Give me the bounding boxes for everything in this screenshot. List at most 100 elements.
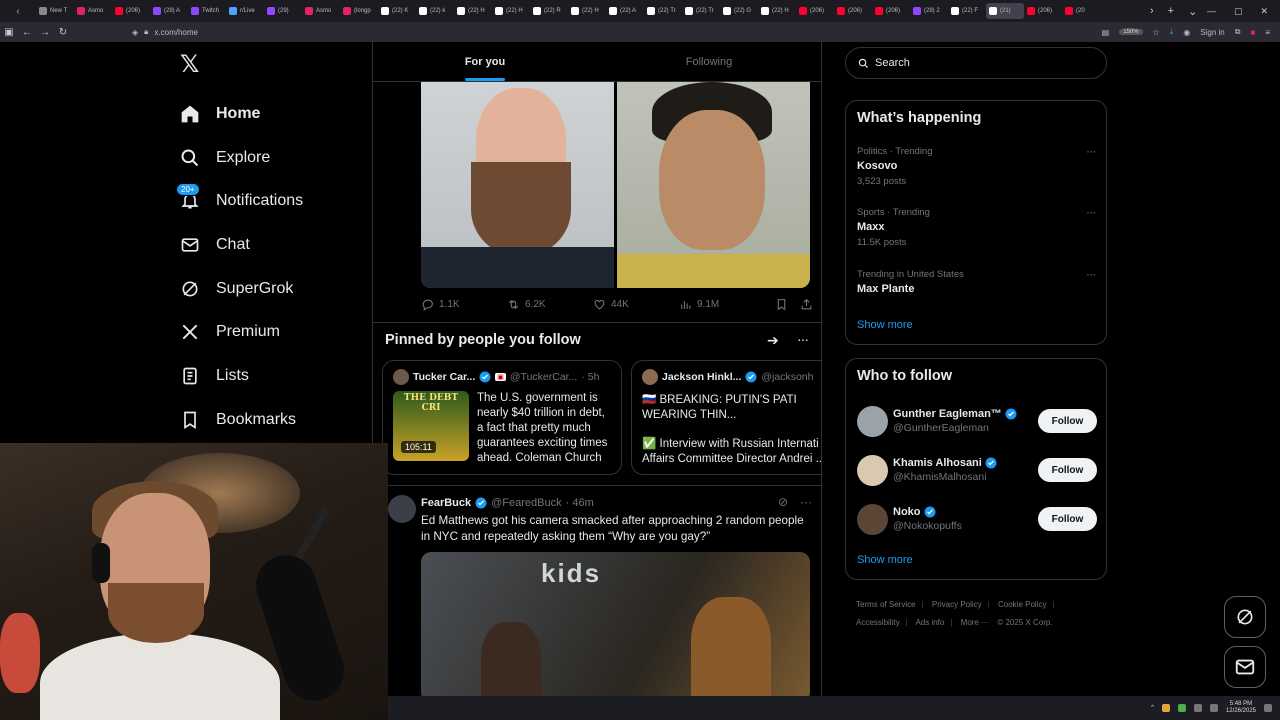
follow-button[interactable]: Follow xyxy=(1038,458,1097,482)
nav-item-lists[interactable]: Lists xyxy=(176,354,372,398)
tray-chevron-icon[interactable]: ^ xyxy=(1151,705,1154,711)
footer-link-cookies[interactable]: Cookie Policy xyxy=(998,600,1046,609)
download-icon[interactable]: ⤓ xyxy=(1170,27,1174,37)
browser-tab[interactable]: (22) R xyxy=(530,3,568,19)
browser-tab[interactable]: (22) G xyxy=(720,3,758,19)
footer-link-privacy[interactable]: Privacy Policy xyxy=(932,600,982,609)
browser-tab[interactable]: (22) K xyxy=(378,3,416,19)
avatar[interactable] xyxy=(857,454,888,486)
messages-button[interactable] xyxy=(1224,646,1266,688)
tray-app-icon[interactable] xyxy=(1177,704,1186,712)
browser-tab[interactable]: (longp xyxy=(340,3,378,19)
tab-for-you[interactable]: For you xyxy=(373,42,597,81)
lock-icon[interactable]: 🔒︎ xyxy=(144,27,148,37)
bookmark-icon[interactable] xyxy=(775,298,788,311)
close-window-button[interactable]: ✕ xyxy=(1260,6,1268,17)
author-handle[interactable]: @TuckerCar... xyxy=(510,371,577,383)
browser-tab[interactable]: (21) xyxy=(986,3,1024,19)
repost-button[interactable]: 6.2K xyxy=(507,298,593,311)
nav-item-notifications[interactable]: 20+ Notifications xyxy=(176,179,372,223)
follow-button[interactable]: Follow xyxy=(1038,409,1097,433)
browser-tab[interactable]: (20 xyxy=(1062,3,1100,19)
avatar[interactable] xyxy=(857,503,888,535)
mugshot-image-right[interactable] xyxy=(617,82,810,288)
show-more-link[interactable]: Show more xyxy=(857,319,913,331)
browser-tab[interactable]: (22) F xyxy=(948,3,986,19)
more-options-icon[interactable]: ··· xyxy=(797,331,809,347)
mugshot-image-left[interactable] xyxy=(421,82,614,288)
author-handle[interactable]: @FearedBuck xyxy=(491,497,561,509)
timeline-post[interactable]: FearBuck @FearedBuck · 46m ⊘ ··· Ed Matt… xyxy=(373,487,821,696)
video-thumbnail[interactable]: THE DEBT CRI 105:11 xyxy=(393,391,469,461)
nav-item-home[interactable]: Home xyxy=(176,92,372,136)
avatar[interactable] xyxy=(642,369,658,385)
post-media[interactable] xyxy=(421,82,810,288)
menu-icon[interactable]: ≡ xyxy=(1265,28,1270,37)
browser-tab[interactable]: (22) H xyxy=(568,3,606,19)
browser-tab[interactable]: (29) 2 xyxy=(910,3,948,19)
nav-item-explore[interactable]: Explore xyxy=(176,136,372,180)
notification-center-icon[interactable] xyxy=(1264,704,1272,712)
like-button[interactable]: 44K xyxy=(593,298,679,311)
follow-button[interactable]: Follow xyxy=(1038,507,1097,531)
more-options-icon[interactable]: ··· xyxy=(800,495,812,509)
back-button[interactable]: ← xyxy=(18,27,36,38)
pinned-card[interactable]: Jackson Hinkl... @jacksonh 🇷🇺 BREAKING: … xyxy=(631,360,821,475)
new-tab-button[interactable]: + xyxy=(1168,5,1174,17)
maximize-button[interactable]: ▢ xyxy=(1234,6,1243,17)
shield-icon[interactable]: ◈ xyxy=(132,28,138,37)
browser-tab[interactable]: (206) xyxy=(796,3,834,19)
volume-icon[interactable] xyxy=(1209,704,1218,712)
author-name[interactable]: Tucker Car... xyxy=(413,371,475,383)
browser-tab[interactable]: (22) Tr xyxy=(682,3,720,19)
more-options-icon[interactable]: ··· xyxy=(1086,267,1096,281)
reply-button[interactable]: 1.1K xyxy=(421,298,507,311)
browser-tab[interactable]: Twitch xyxy=(188,3,226,19)
nav-item-chat[interactable]: Chat xyxy=(176,223,372,267)
browser-tab[interactable]: Asmo xyxy=(74,3,112,19)
search-input[interactable]: Search xyxy=(845,47,1107,79)
footer-link-ads-info[interactable]: Ads info xyxy=(915,618,944,627)
avatar[interactable] xyxy=(388,495,416,523)
network-icon[interactable] xyxy=(1193,704,1202,712)
browser-tab[interactable]: (22) A xyxy=(606,3,644,19)
trend-item[interactable]: Sports · Trending Maxx 11.5K posts ··· xyxy=(857,205,1097,248)
avatar[interactable] xyxy=(393,369,409,385)
follow-suggestion[interactable]: Gunther Eagleman™ @GuntherEagleman Follow xyxy=(857,403,1097,439)
reload-button[interactable]: ↻ xyxy=(54,27,72,38)
sign-in-label[interactable]: Sign in xyxy=(1200,28,1224,37)
pinned-card[interactable]: Tucker Car... ▣ @TuckerCar... · 5h THE D… xyxy=(382,360,622,475)
account-icon[interactable]: ◉ xyxy=(1183,28,1190,37)
share-icon[interactable] xyxy=(800,298,813,311)
sidebar-toggle-icon[interactable]: ▣ xyxy=(0,27,18,38)
show-more-link[interactable]: Show more xyxy=(857,554,913,566)
x-logo-icon[interactable]: 𝕏 xyxy=(180,50,210,80)
grok-icon[interactable]: ⊘ xyxy=(778,495,788,509)
trend-item[interactable]: Trending in United States Max Plante ··· xyxy=(857,267,1097,295)
avatar[interactable] xyxy=(857,405,888,437)
browser-tab[interactable]: (206) xyxy=(834,3,872,19)
reader-view-icon[interactable]: ▤ xyxy=(1102,28,1110,37)
tab-following[interactable]: Following xyxy=(597,42,821,81)
ublock-icon[interactable]: ■ xyxy=(1250,28,1255,37)
views-button[interactable]: 9.1M xyxy=(679,298,765,311)
author-name[interactable]: FearBuck xyxy=(421,497,471,509)
browser-tab[interactable]: r/Live xyxy=(226,3,264,19)
browser-tab[interactable]: New T xyxy=(36,3,74,19)
browser-tab[interactable]: (22) Tr xyxy=(644,3,682,19)
nav-item-premium[interactable]: Premium xyxy=(176,310,372,354)
browser-tab[interactable]: (22) H xyxy=(454,3,492,19)
follow-suggestion[interactable]: Khamis Alhosani @KhamisMalhosani Follow xyxy=(857,452,1097,488)
browser-tab[interactable]: (29) A xyxy=(150,3,188,19)
post-media[interactable]: kids xyxy=(421,552,810,696)
browser-tab[interactable]: Asmo xyxy=(302,3,340,19)
browser-tab[interactable]: (206) xyxy=(872,3,910,19)
browser-tab[interactable]: (22) k xyxy=(416,3,454,19)
grok-button[interactable] xyxy=(1224,596,1266,638)
browser-tab[interactable]: (22) H xyxy=(758,3,796,19)
more-options-icon[interactable]: ··· xyxy=(1086,205,1096,219)
browser-tab[interactable]: (29) xyxy=(264,3,302,19)
nav-item-supergrok[interactable]: SuperGrok xyxy=(176,267,372,311)
author-name[interactable]: Jackson Hinkl... xyxy=(662,371,741,383)
forward-button[interactable]: → xyxy=(36,27,54,38)
